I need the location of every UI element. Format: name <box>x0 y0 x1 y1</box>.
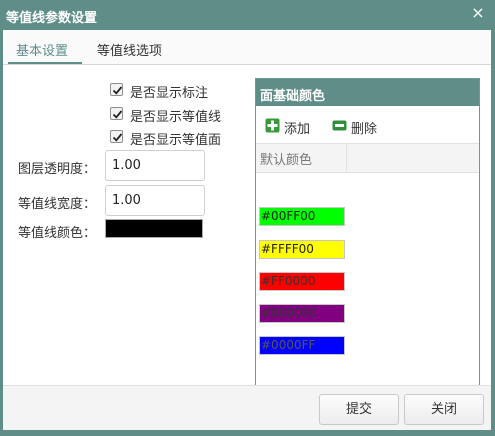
color-row[interactable]: #FFFF00 <box>259 240 345 259</box>
title-bar[interactable]: 等值线参数设置 × <box>0 0 495 30</box>
delete-color-label: 删除 <box>351 122 378 137</box>
tab-contour-options[interactable]: 等值线选项 <box>97 40 162 59</box>
close-icon[interactable]: × <box>470 5 486 21</box>
dialog-window: 等值线参数设置 × 基本设置 等值线选项 是否显示标注 是否显示等值线 是否显示… <box>0 0 495 436</box>
tab-bar: 基本设置 等值线选项 <box>3 30 491 65</box>
color-row[interactable]: #800080 <box>259 304 345 323</box>
checkmark-icon <box>112 110 123 119</box>
submit-button[interactable]: 提交 <box>319 394 399 425</box>
line-width-input[interactable] <box>105 185 205 216</box>
active-tab-indicator <box>8 62 82 64</box>
default-color-column-header: 默认颜色 <box>256 144 347 172</box>
color-grid-header: 默认颜色 <box>256 143 479 173</box>
minus-icon <box>332 120 347 131</box>
show-contour-lines-checkbox[interactable] <box>110 107 123 120</box>
fill-color-panel: 面基础颜色 添加 删除 默认颜色 #00FF00 #FFFF00 #FF0000… <box>255 78 480 408</box>
show-contour-fill-checkbox[interactable] <box>110 130 123 143</box>
plus-icon <box>265 118 280 133</box>
tab-basic-settings[interactable]: 基本设置 <box>16 40 68 59</box>
line-width-label: 等值线宽度： <box>18 197 97 212</box>
panel-title: 面基础颜色 <box>256 79 479 106</box>
dialog-body: 基本设置 等值线选项 是否显示标注 是否显示等值线 是否显示等值面 图层透明度： <box>3 30 491 430</box>
checkmark-icon <box>112 133 123 142</box>
color-row[interactable]: #00FF00 <box>259 207 345 226</box>
close-button[interactable]: 关闭 <box>404 394 484 425</box>
show-contour-fill-label: 是否显示等值面 <box>130 133 222 148</box>
opacity-label: 图层透明度： <box>18 162 97 177</box>
opacity-input[interactable] <box>105 150 205 181</box>
dialog-title: 等值线参数设置 <box>6 11 98 26</box>
show-contour-lines-label: 是否显示等值线 <box>130 110 222 125</box>
add-color-label: 添加 <box>284 122 311 137</box>
dialog-footer: 提交 关闭 <box>3 385 491 430</box>
show-labels-label: 是否显示标注 <box>130 86 209 101</box>
line-color-picker[interactable] <box>105 219 203 238</box>
color-row[interactable]: #0000FF <box>259 336 345 355</box>
color-row[interactable]: #FF0000 <box>259 272 345 291</box>
line-color-label: 等值线颜色： <box>18 226 97 241</box>
show-labels-checkbox[interactable] <box>110 83 123 96</box>
checkmark-icon <box>112 86 123 95</box>
